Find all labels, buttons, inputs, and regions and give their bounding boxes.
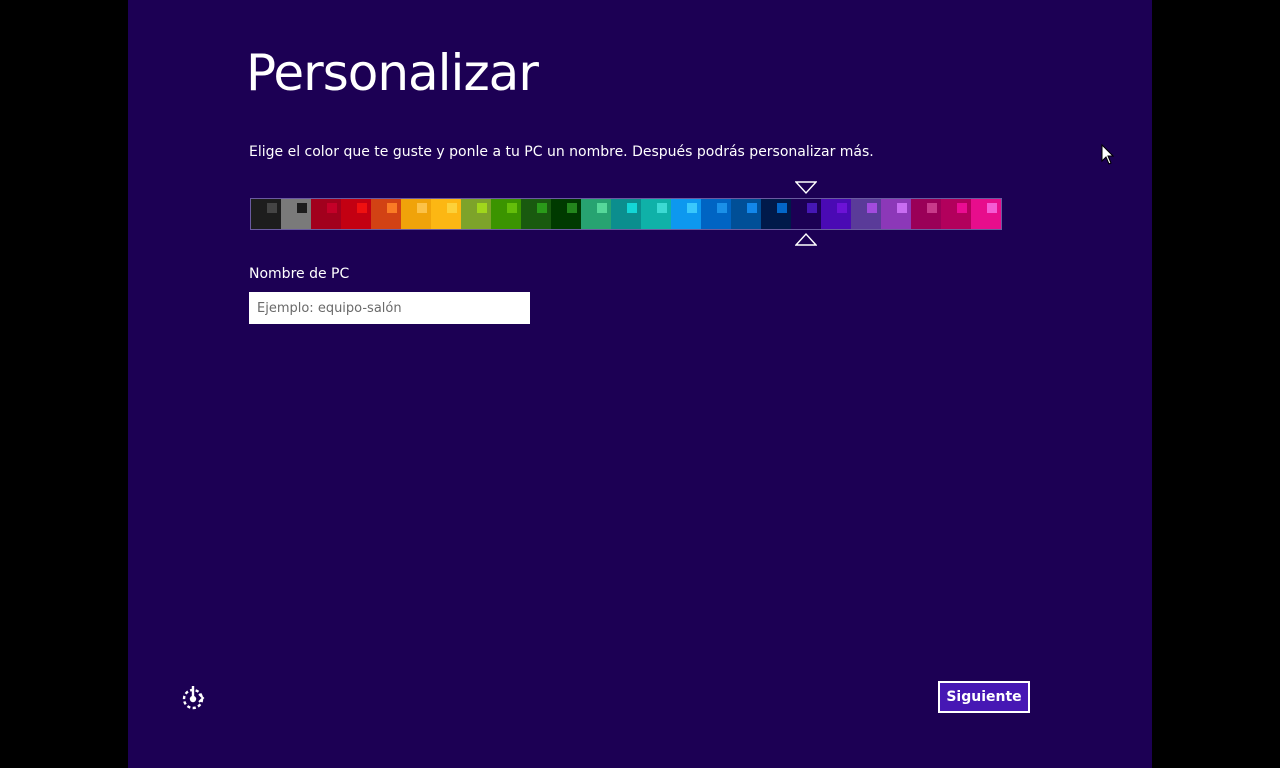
mouse-cursor-icon	[1101, 144, 1115, 165]
pc-name-input[interactable]	[249, 292, 530, 324]
swatch-accent	[657, 203, 667, 213]
page-title: Personalizar	[246, 44, 539, 102]
swatch-accent	[507, 203, 517, 213]
swatch-accent	[837, 203, 847, 213]
color-swatch[interactable]	[581, 199, 611, 229]
swatch-accent	[267, 203, 277, 213]
swatch-accent	[987, 203, 997, 213]
selected-color-marker-bottom	[795, 232, 817, 246]
color-swatch[interactable]	[311, 199, 341, 229]
swatch-accent	[447, 203, 457, 213]
color-swatch[interactable]	[911, 199, 941, 229]
swatch-accent	[867, 203, 877, 213]
color-swatch[interactable]	[791, 199, 821, 229]
color-swatch[interactable]	[491, 199, 521, 229]
color-swatch[interactable]	[281, 199, 311, 229]
swatch-accent	[417, 203, 427, 213]
next-button[interactable]: Siguiente	[938, 681, 1030, 713]
swatch-accent	[777, 203, 787, 213]
ease-of-access-icon[interactable]	[180, 684, 208, 712]
color-swatch[interactable]	[761, 199, 791, 229]
color-swatch[interactable]	[521, 199, 551, 229]
swatch-accent	[957, 203, 967, 213]
swatch-accent	[897, 203, 907, 213]
color-swatch[interactable]	[671, 199, 701, 229]
color-swatch[interactable]	[251, 199, 281, 229]
swatch-accent	[627, 203, 637, 213]
swatch-accent	[747, 203, 757, 213]
pc-name-label: Nombre de PC	[249, 266, 350, 282]
color-palette	[250, 198, 1002, 230]
swatch-accent	[477, 203, 487, 213]
swatch-accent	[357, 203, 367, 213]
swatch-accent	[927, 203, 937, 213]
color-swatch[interactable]	[341, 199, 371, 229]
setup-screen: Personalizar Elige el color que te guste…	[128, 0, 1152, 768]
color-swatch[interactable]	[461, 199, 491, 229]
color-swatch[interactable]	[971, 199, 1001, 229]
swatch-accent	[687, 203, 697, 213]
swatch-accent	[597, 203, 607, 213]
swatch-accent	[387, 203, 397, 213]
selected-color-marker-top	[795, 181, 817, 195]
color-swatch[interactable]	[941, 199, 971, 229]
color-swatch[interactable]	[641, 199, 671, 229]
color-swatch[interactable]	[431, 199, 461, 229]
color-swatch[interactable]	[611, 199, 641, 229]
swatch-accent	[567, 203, 577, 213]
color-swatch[interactable]	[821, 199, 851, 229]
swatch-accent	[717, 203, 727, 213]
color-swatch[interactable]	[851, 199, 881, 229]
color-swatch[interactable]	[551, 199, 581, 229]
color-swatch[interactable]	[371, 199, 401, 229]
color-swatch[interactable]	[731, 199, 761, 229]
swatch-accent	[807, 203, 817, 213]
swatch-accent	[537, 203, 547, 213]
swatch-accent	[327, 203, 337, 213]
color-swatch[interactable]	[881, 199, 911, 229]
color-swatch[interactable]	[401, 199, 431, 229]
swatch-accent	[297, 203, 307, 213]
color-swatch[interactable]	[701, 199, 731, 229]
page-subtitle: Elige el color que te guste y ponle a tu…	[249, 144, 874, 160]
